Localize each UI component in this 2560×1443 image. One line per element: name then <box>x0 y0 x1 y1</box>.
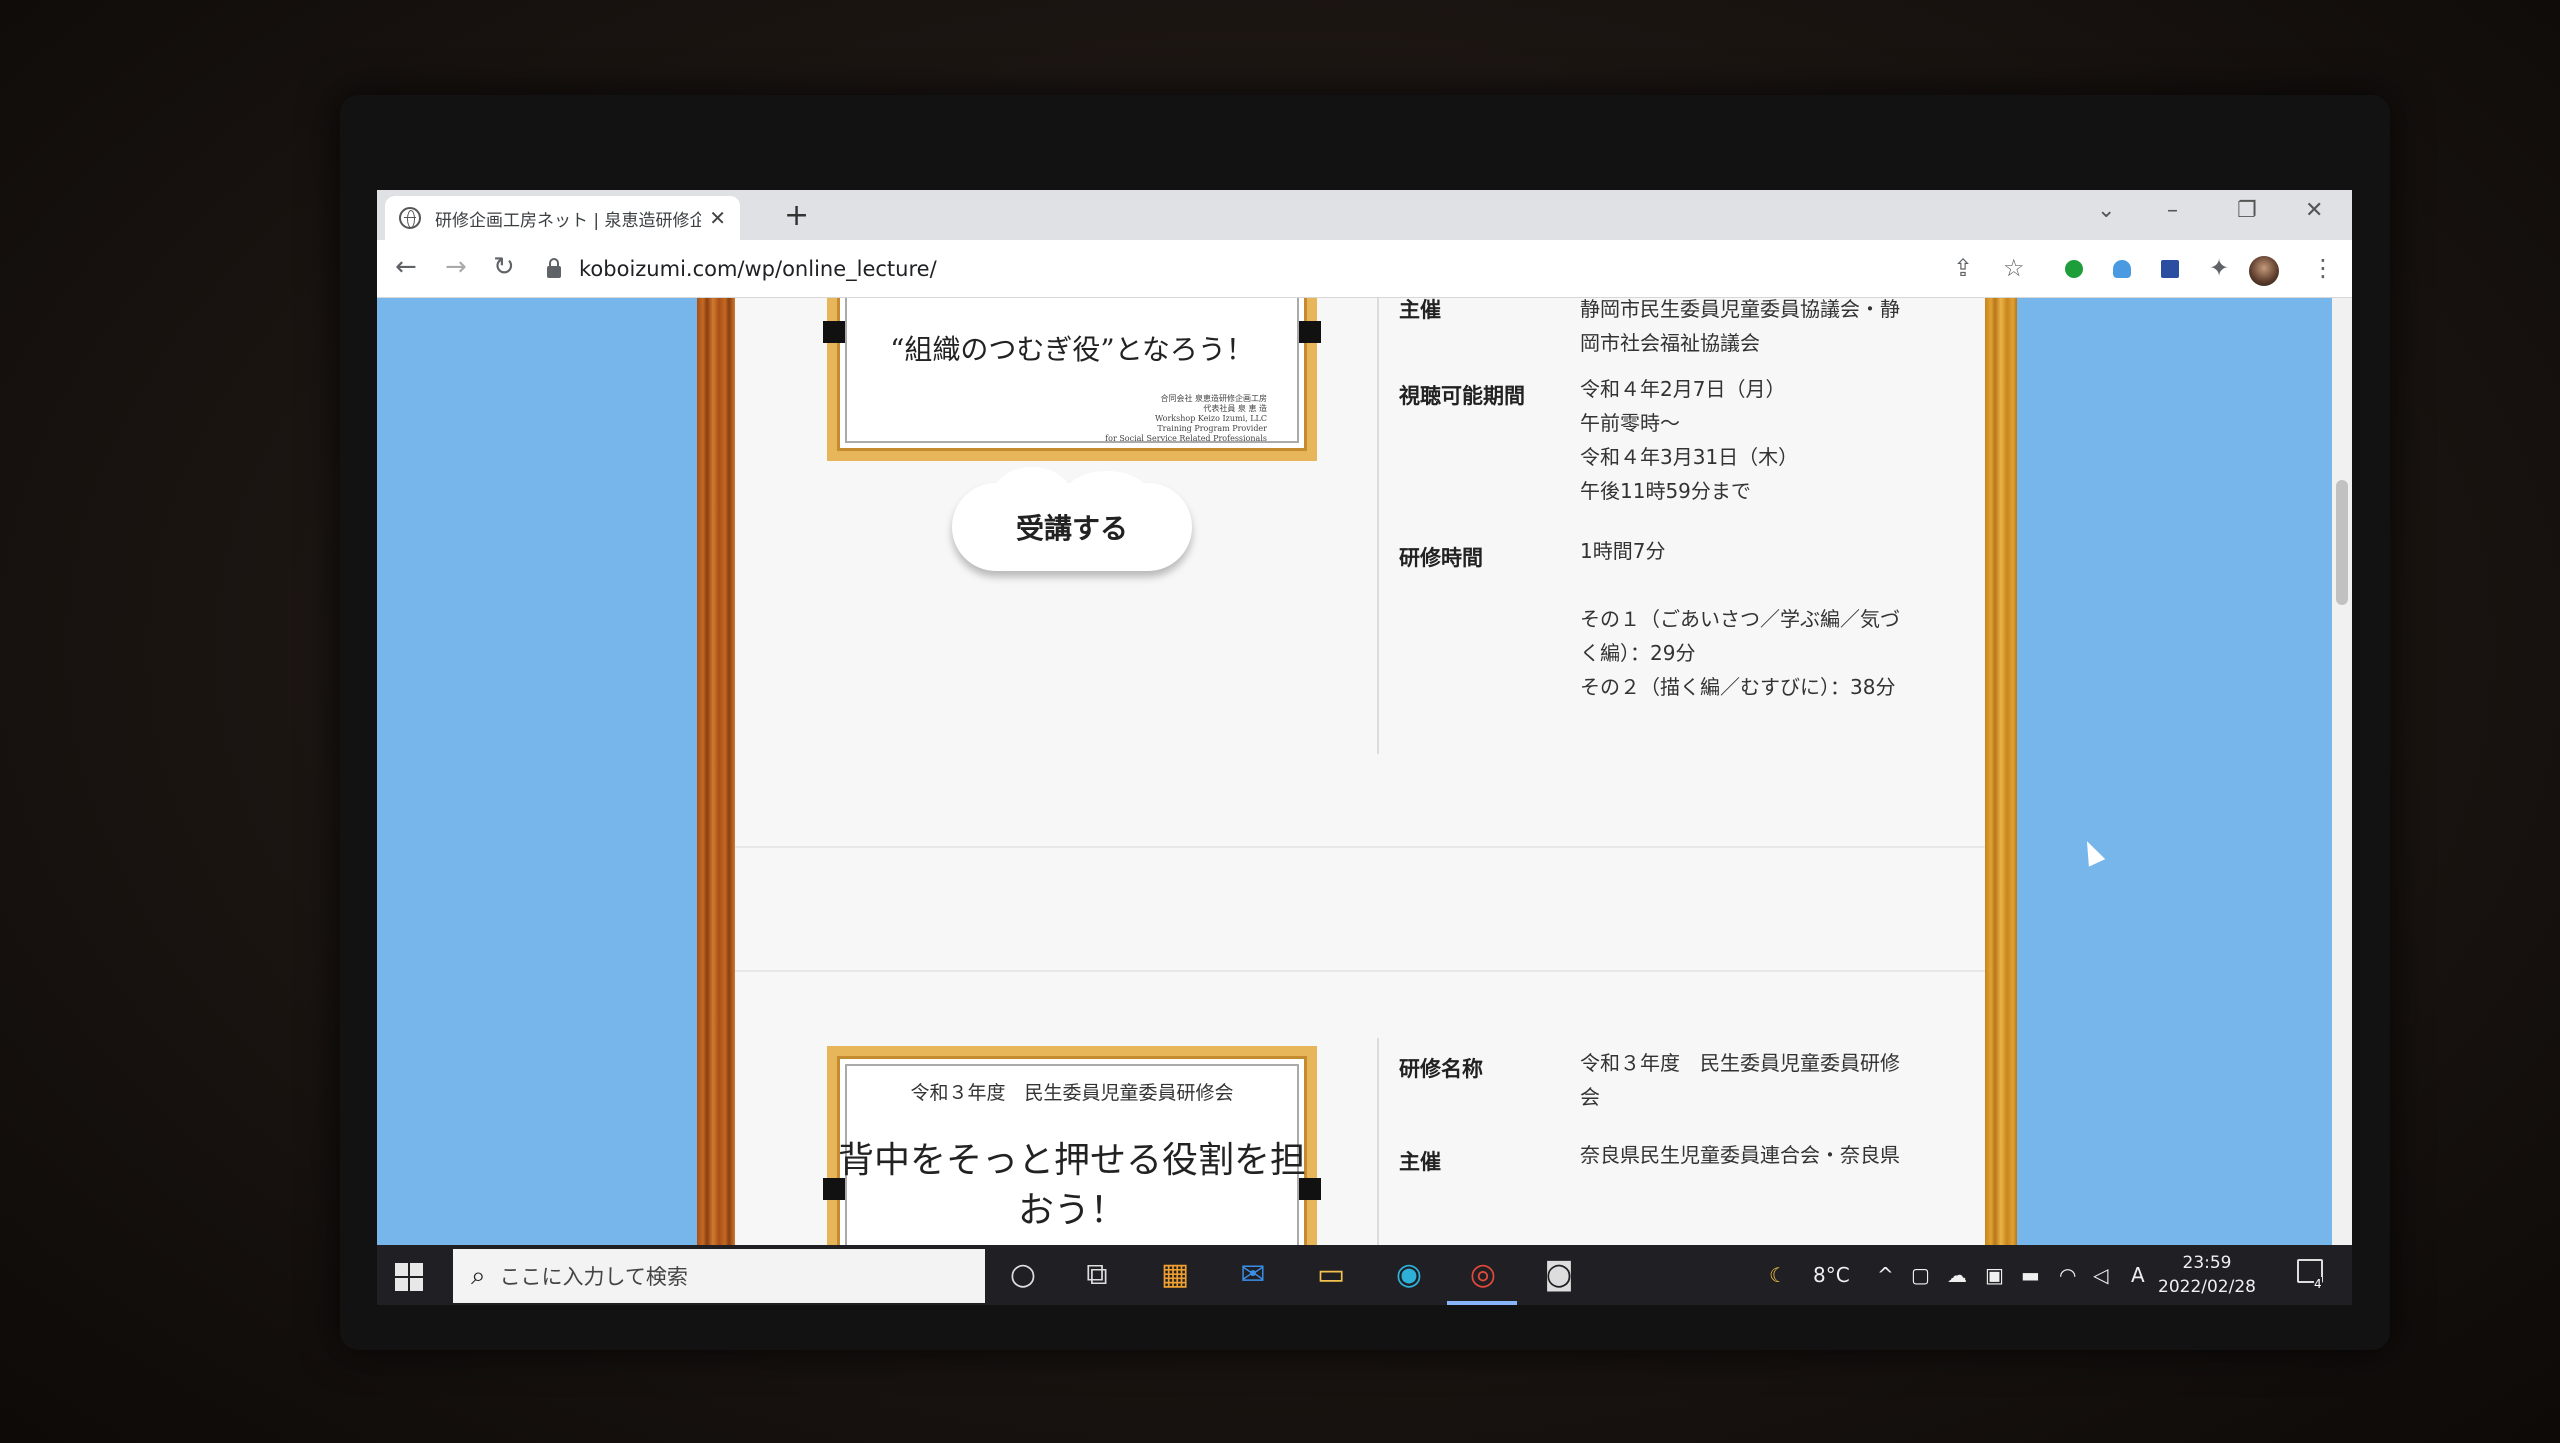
search-icon: ⌕ <box>471 1260 486 1291</box>
scrollbar-track[interactable] <box>2332 298 2352 1245</box>
chevron-up-icon[interactable]: ^ <box>1877 1263 1894 1287</box>
back-button[interactable]: ← <box>395 252 417 282</box>
value-training-time: 1時間7分 その１（ごあいさつ／学ぶ編／気づく編）：29分 その２（描く編／むす… <box>1580 539 1900 699</box>
mail-icon[interactable]: ✉ <box>1233 1257 1273 1293</box>
lock-icon[interactable] <box>547 258 561 278</box>
reload-button[interactable]: ↻ <box>493 252 515 282</box>
close-tab-icon[interactable]: ✕ <box>709 206 726 230</box>
value-organizer: 静岡市民生委員児童委員協議会・静岡市社会福祉協議会 <box>1580 298 1900 355</box>
file-explorer-icon[interactable]: ▭ <box>1311 1257 1351 1293</box>
extension-green-icon[interactable] <box>2065 260 2083 278</box>
certificate-image: “組織のつむぎ役”となろう！ 合同会社 泉恵造研修企画工房 代表社員 泉 恵 造… <box>823 298 1321 461</box>
tab-search-icon[interactable]: ⌄ <box>2097 198 2115 223</box>
battery-icon[interactable]: ▬ <box>2021 1263 2040 1287</box>
extension-blue-icon[interactable] <box>2161 260 2179 278</box>
certificate-org: 合同会社 泉恵造研修企画工房 代表社員 泉 恵 造 Workshop Keizo… <box>1105 394 1267 443</box>
address-bar[interactable]: koboizumi.com/wp/online_lecture/ <box>547 248 1947 290</box>
certificate-year: 令和３年度 民生委員児童委員研修会 <box>910 1082 1234 1104</box>
minimize-button[interactable]: – <box>2167 198 2178 223</box>
scrollbar-thumb[interactable] <box>2336 480 2348 605</box>
camera-icon[interactable]: ◙ <box>1539 1257 1579 1293</box>
meet-icon[interactable]: ▢ <box>1911 1263 1930 1287</box>
restore-button[interactable]: ❐ <box>2237 198 2257 223</box>
globe-icon <box>399 207 421 229</box>
onedrive-icon[interactable]: ☁ <box>1947 1263 1967 1287</box>
label-training-name: 研修名称 <box>1399 1057 1483 1081</box>
system-clock[interactable]: 23:59 2022/02/28 <box>2147 1251 2267 1299</box>
value-viewing-period: 令和４年2月7日（月） 午前零時～ 令和４年3月31日（木） 午後11時59分ま… <box>1580 377 1799 503</box>
url-text[interactable]: koboizumi.com/wp/online_lecture/ <box>579 257 937 281</box>
search-placeholder: ここに入力して検索 <box>499 1265 688 1289</box>
mouse-cursor <box>2078 837 2106 867</box>
chrome-icon[interactable]: ◎ <box>1463 1257 1503 1293</box>
label-organizer-2: 主催 <box>1399 1150 1441 1174</box>
value-organizer-2: 奈良県民生児童委員連合会・奈良県 <box>1580 1143 1900 1167</box>
edge-icon[interactable]: ◉ <box>1389 1257 1429 1293</box>
display-icon[interactable]: ▣ <box>1985 1263 2004 1287</box>
tab-title: 研修企画工房ネット | 泉恵造研修企画 <box>435 210 702 231</box>
certificate-phrase-2: 背中をそっと押せる役割を担おう！ <box>837 1140 1306 1231</box>
value-training-name: 令和３年度 民生委員児童委員研修会 <box>1580 1051 1900 1109</box>
wood-border-right <box>1985 298 2017 1245</box>
taskbar-search[interactable]: ⌕ ここに入力して検索 <box>453 1249 985 1303</box>
divider <box>1377 1038 1379 1245</box>
wifi-icon[interactable]: ◠ <box>2059 1263 2076 1287</box>
divider <box>1377 298 1379 754</box>
weather-temp[interactable]: 8°C <box>1813 1263 1850 1287</box>
enroll-button[interactable]: 受講する <box>952 467 1192 571</box>
cortana-icon[interactable]: ○ <box>1003 1257 1043 1293</box>
profile-avatar[interactable] <box>2249 256 2279 286</box>
store-icon[interactable]: ▦ <box>1155 1257 1195 1293</box>
clock-date: 2022/02/28 <box>2158 1277 2256 1297</box>
close-window-button[interactable]: ✕ <box>2305 198 2323 223</box>
active-app-indicator <box>1447 1301 1517 1305</box>
label-organizer: 主催 <box>1399 298 1441 322</box>
certificate-phrase: “組織のつむぎ役”となろう！ <box>890 333 1254 366</box>
screen: 研修企画工房ネット | 泉恵造研修企画 ✕ + ⌄ – ❐ ✕ ← → ↻ ko… <box>377 190 2352 1305</box>
bookmark-star-icon[interactable]: ☆ <box>2003 254 2025 282</box>
moon-weather-icon[interactable]: ☾ <box>1769 1263 1787 1287</box>
label-viewing-period: 視聴可能期間 <box>1399 384 1525 408</box>
section-divider <box>735 970 1985 972</box>
clock-time: 23:59 <box>2182 1253 2232 1273</box>
enroll-button-label: 受講する <box>1015 512 1128 545</box>
new-tab-button[interactable]: + <box>784 198 809 233</box>
taskbar: ⌕ ここに入力して検索 ○ ⧉ ▦ ✉ ▭ ◉ ◎ ◙ ☾ 8°C ^ ▢ ☁ … <box>377 1245 2352 1305</box>
browser-tab[interactable]: 研修企画工房ネット | 泉恵造研修企画 ✕ <box>385 196 740 240</box>
task-view-icon[interactable]: ⧉ <box>1077 1257 1117 1293</box>
forward-button[interactable]: → <box>445 252 467 282</box>
cloud-extension-icon[interactable] <box>2113 260 2131 278</box>
notification-count: 4 <box>2314 1277 2322 1291</box>
page-content: “組織のつむぎ役”となろう！ 合同会社 泉恵造研修企画工房 代表社員 泉 恵 造… <box>377 298 2352 1245</box>
extensions-puzzle-icon[interactable]: ✦ <box>2209 254 2229 282</box>
browser-toolbar: ← → ↻ koboizumi.com/wp/online_lecture/ ⇪… <box>377 240 2352 298</box>
tab-bar: 研修企画工房ネット | 泉恵造研修企画 ✕ + ⌄ – ❐ ✕ <box>377 190 2352 240</box>
menu-kebab-icon[interactable]: ⋮ <box>2311 254 2335 282</box>
label-training-time: 研修時間 <box>1399 546 1483 570</box>
certificate-image-2: 令和３年度 民生委員児童委員研修会 背中をそっと押せる役割を担おう！ <box>823 1046 1321 1245</box>
wood-border-left <box>697 298 735 1245</box>
windows-start-icon[interactable] <box>395 1263 423 1291</box>
share-icon[interactable]: ⇪ <box>1953 254 1973 282</box>
ime-indicator[interactable]: A <box>2131 1263 2145 1287</box>
volume-icon[interactable]: ◁ <box>2093 1263 2108 1287</box>
section-divider <box>735 846 1985 848</box>
